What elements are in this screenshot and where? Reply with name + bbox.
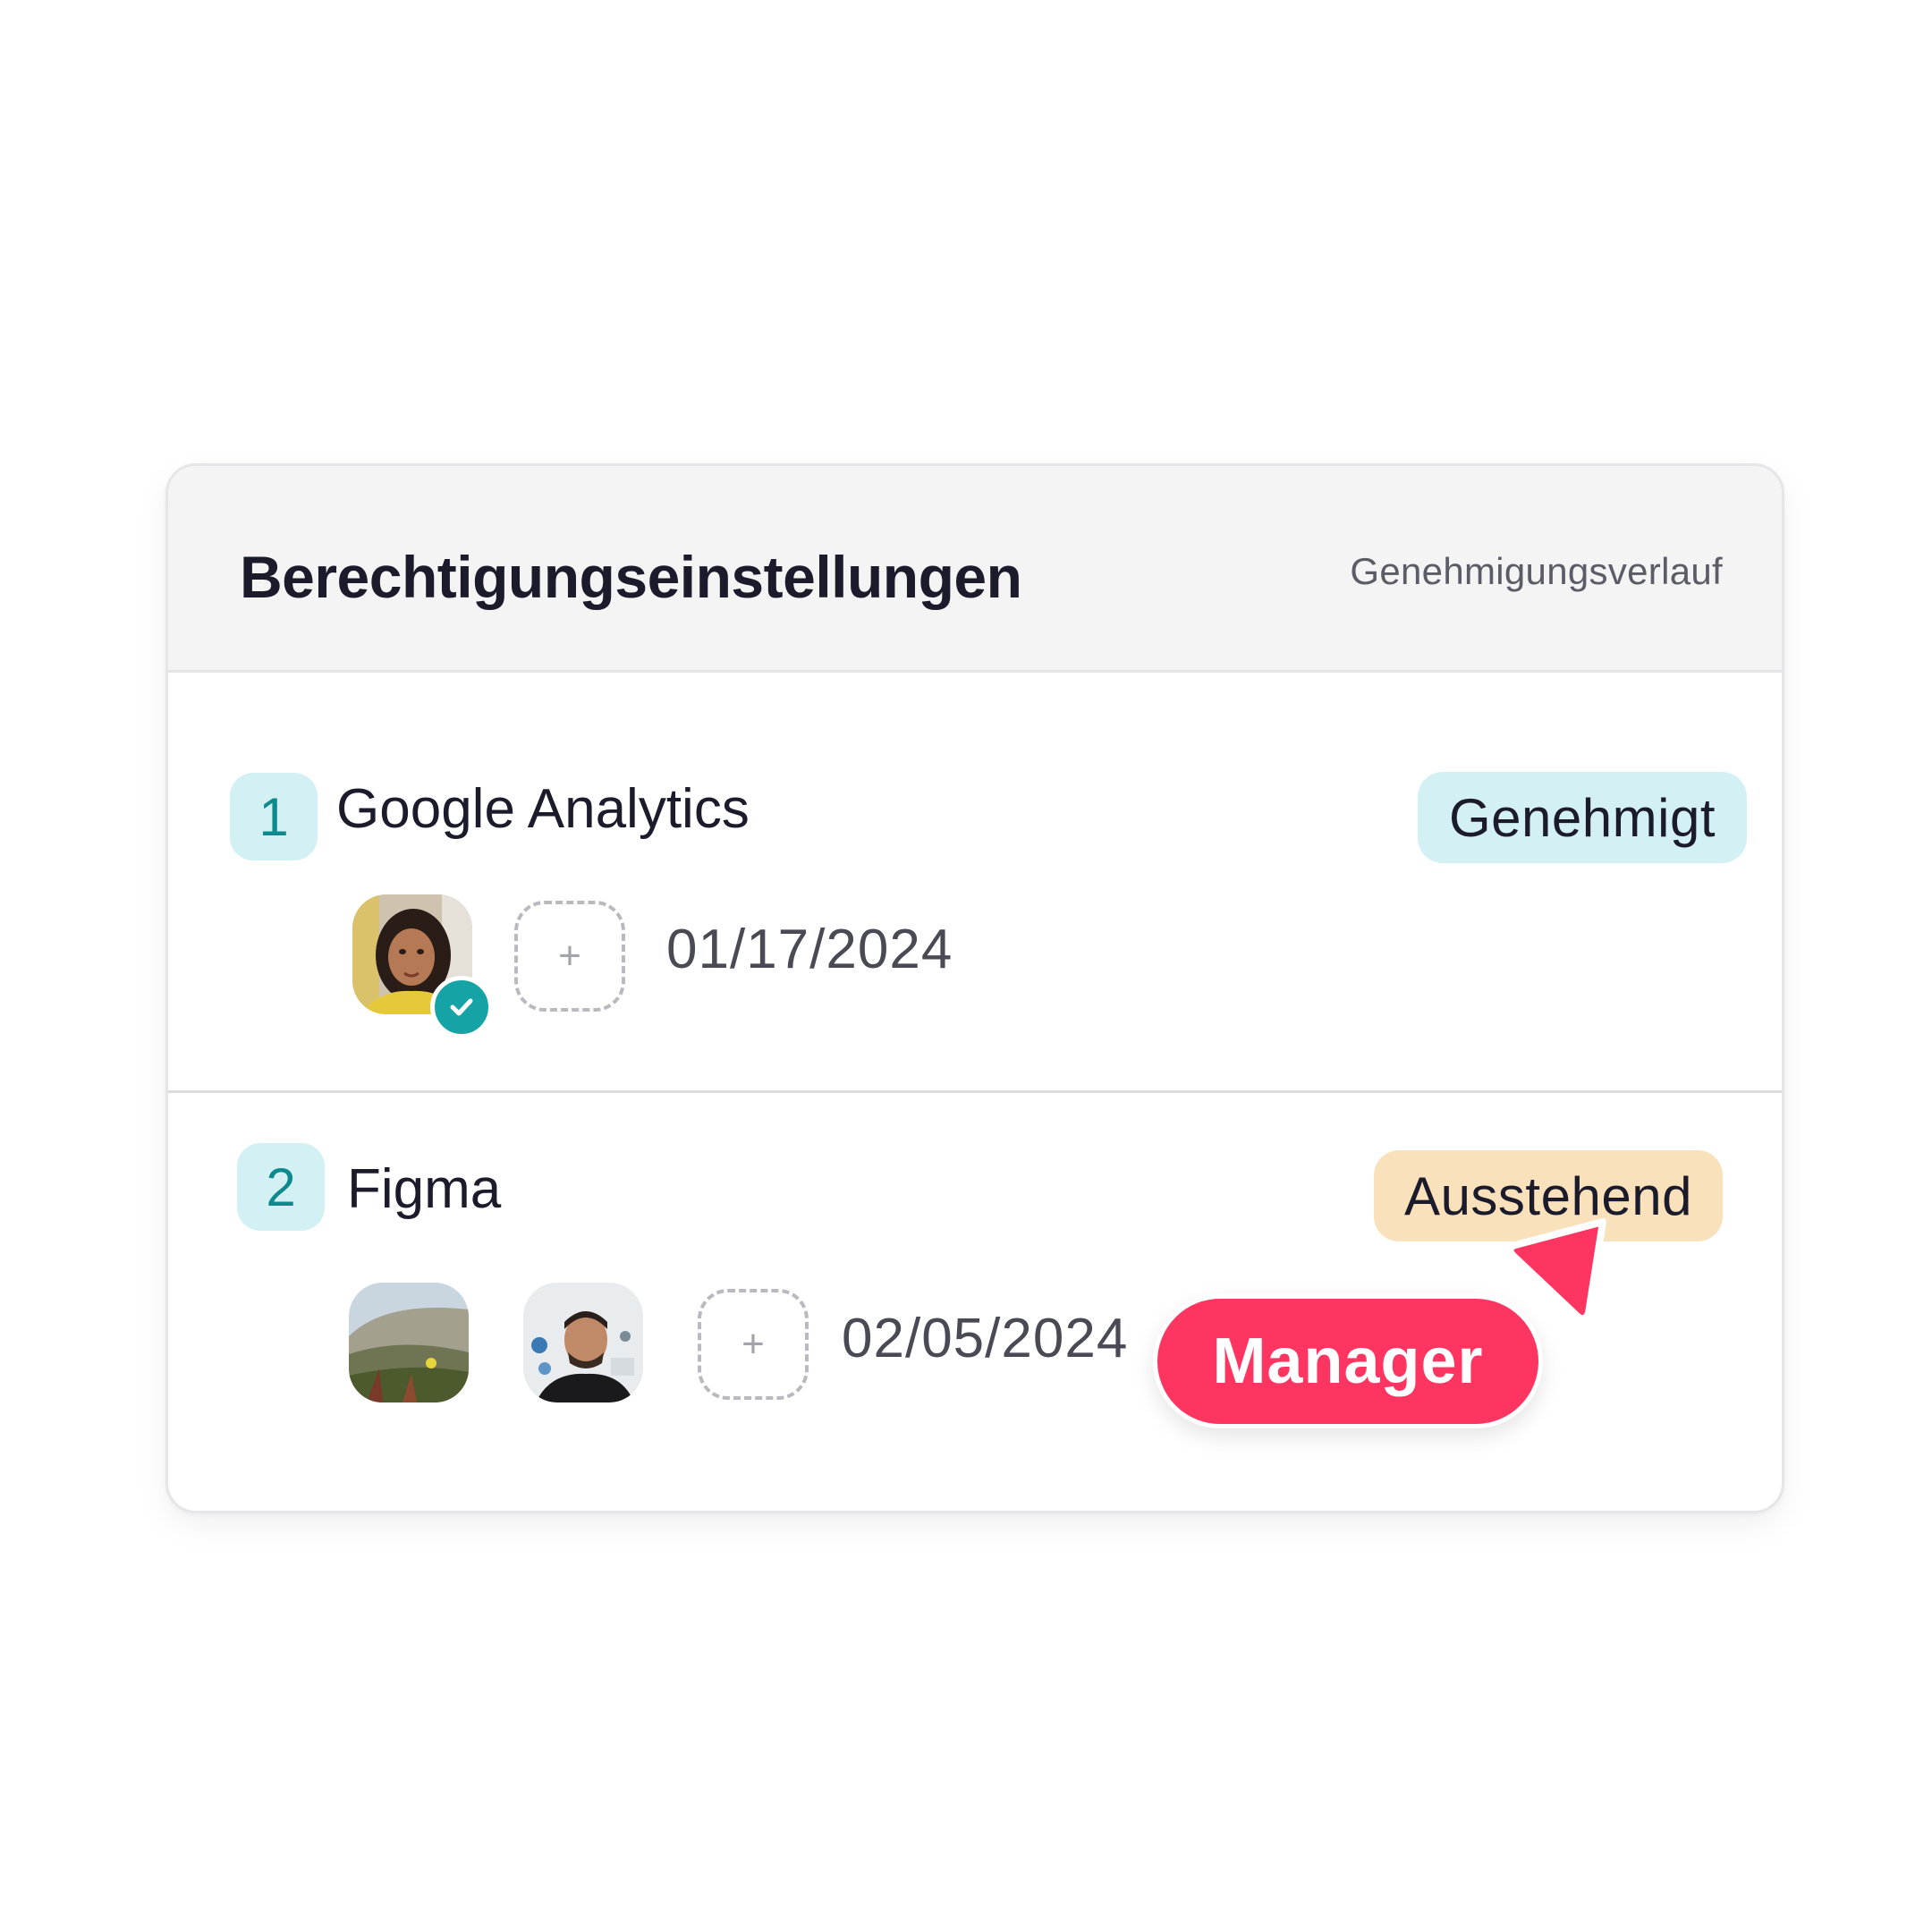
- status-badge-approved: Genehmigt: [1418, 772, 1747, 863]
- cursor-user-tag: Manager: [1153, 1294, 1543, 1428]
- approval-date: 01/17/2024: [666, 919, 953, 980]
- app-name: Google Analytics: [336, 778, 750, 840]
- add-approver-button[interactable]: +: [698, 1289, 809, 1400]
- avatar[interactable]: [349, 1283, 469, 1402]
- approval-history-link[interactable]: Genehmigungsverlauf: [1350, 550, 1723, 593]
- card-header: Berechtigungseinstellungen Genehmigungsv…: [168, 466, 1782, 673]
- row-divider: [168, 1090, 1782, 1093]
- add-approver-button[interactable]: +: [514, 901, 625, 1012]
- avatar-landscape-image: [349, 1283, 469, 1402]
- card-title: Berechtigungseinstellungen: [240, 544, 1022, 610]
- app-name: Figma: [347, 1158, 502, 1220]
- approved-check-icon: [430, 976, 493, 1038]
- step-number-badge: 2: [237, 1143, 325, 1231]
- avatar-man-image: [523, 1283, 643, 1402]
- step-number-badge: 1: [230, 773, 318, 860]
- avatar[interactable]: [523, 1283, 643, 1402]
- approval-date: 02/05/2024: [842, 1308, 1129, 1369]
